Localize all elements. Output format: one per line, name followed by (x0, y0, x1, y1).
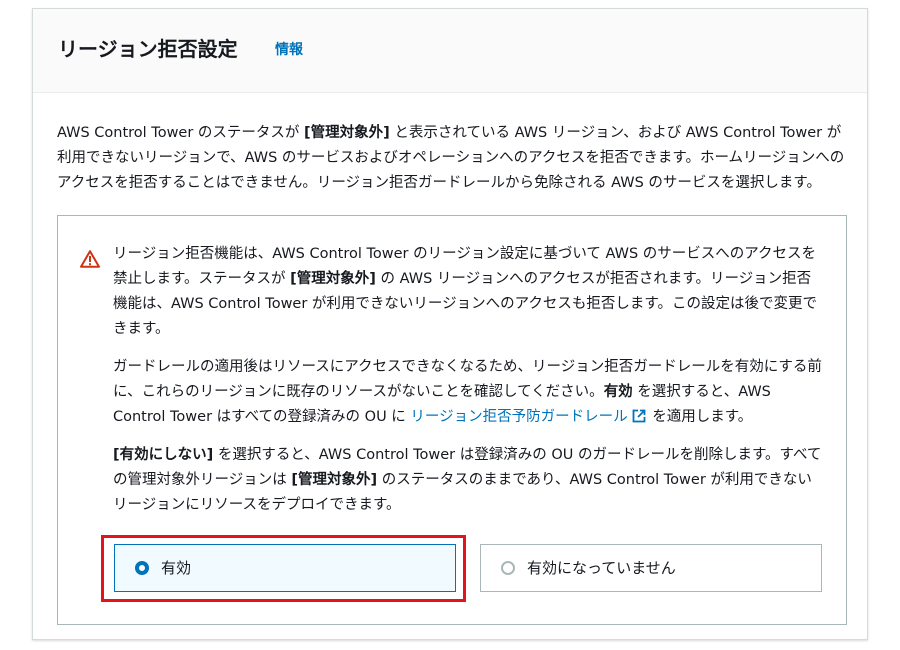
warning-paragraph-3: [有効にしない] を選択すると、AWS Control Tower は登録済みの… (113, 443, 825, 518)
intro-description: AWS Control Tower のステータスが [管理対象外] と表示されて… (57, 121, 849, 196)
option-enabled-tile[interactable]: 有効 (114, 544, 456, 592)
warning-p2-text-c: を適用します。 (647, 409, 753, 425)
warning-p2-enable: 有効 (603, 384, 633, 400)
warning-alert: リージョン拒否機能は、AWS Control Tower のリージョン設定に基づ… (57, 215, 847, 625)
external-link-icon (632, 409, 646, 423)
option-not-enabled-radio[interactable] (501, 561, 515, 575)
option-not-enabled-label: 有効になっていません (527, 559, 676, 577)
option-enabled-radio[interactable] (135, 561, 149, 575)
option-not-enabled-tile[interactable]: 有効になっていません (480, 544, 822, 592)
warning-content: リージョン拒否機能は、AWS Control Tower のリージョン設定に基づ… (113, 242, 825, 531)
intro-status-unmanaged: [管理対象外] (304, 125, 390, 141)
warning-paragraph-2: ガードレールの適用後はリソースにアクセスできなくなるため、リージョン拒否ガードレ… (113, 355, 825, 430)
option-enabled-label: 有効 (161, 559, 192, 577)
warning-p3-status: [管理対象外] (291, 472, 378, 488)
panel-header: リージョン拒否設定 情報 (33, 9, 867, 93)
region-deny-guardrail-link[interactable]: リージョン拒否予防ガードレール (410, 409, 647, 425)
region-deny-settings-panel: リージョン拒否設定 情報 AWS Control Tower のステータスが [… (32, 8, 868, 640)
warning-p3-not-enabled: [有効にしない] (113, 447, 214, 463)
intro-text-1: AWS Control Tower のステータスが (57, 125, 305, 141)
info-link[interactable]: 情報 (275, 40, 303, 60)
warning-triangle-icon (80, 250, 100, 268)
warning-p1-status: [管理対象外] (290, 271, 376, 287)
warning-paragraph-1: リージョン拒否機能は、AWS Control Tower のリージョン設定に基づ… (113, 242, 825, 342)
page-title: リージョン拒否設定 (58, 37, 238, 61)
region-deny-guardrail-link-label: リージョン拒否予防ガードレール (410, 409, 628, 425)
